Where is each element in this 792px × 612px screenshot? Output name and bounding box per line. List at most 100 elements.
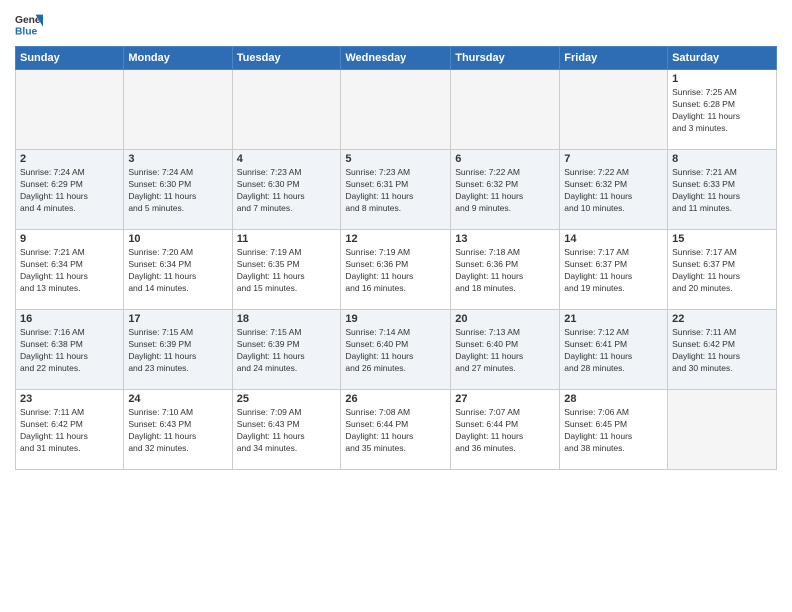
svg-text:Blue: Blue <box>15 26 38 37</box>
day-info: Sunrise: 7:16 AM Sunset: 6:38 PM Dayligh… <box>20 327 119 375</box>
week-row-2: 2 Sunrise: 7:24 AM Sunset: 6:29 PM Daylig… <box>16 150 777 230</box>
day-info: Sunrise: 7:19 AM Sunset: 6:35 PM Dayligh… <box>237 247 337 295</box>
logo-icon: General Blue <box>15 10 43 38</box>
calendar-cell <box>560 70 668 150</box>
calendar-cell: 15 Sunrise: 7:17 AM Sunset: 6:37 PM Dayli… <box>668 230 777 310</box>
day-number: 2 <box>20 153 119 165</box>
calendar-cell: 23Sunrise: 7:11 AM Sunset: 6:42 PM Dayli… <box>16 390 124 470</box>
day-number: 14 <box>564 233 663 245</box>
calendar-table: SundayMondayTuesdayWednesdayThursdayFrid… <box>15 46 777 470</box>
day-info: Sunrise: 7:08 AM Sunset: 6:44 PM Dayligh… <box>345 407 446 455</box>
calendar-cell <box>341 70 451 150</box>
calendar-cell: 20 Sunrise: 7:13 AM Sunset: 6:40 PM Dayli… <box>451 310 560 390</box>
calendar-cell <box>124 70 232 150</box>
calendar-cell: 18 Sunrise: 7:15 AM Sunset: 6:39 PM Dayli… <box>232 310 341 390</box>
calendar-cell <box>16 70 124 150</box>
day-info: Sunrise: 7:25 AM Sunset: 6:28 PM Dayligh… <box>672 87 772 135</box>
calendar-cell: 21 Sunrise: 7:12 AM Sunset: 6:41 PM Dayli… <box>560 310 668 390</box>
logo: General Blue <box>15 10 43 38</box>
calendar-cell: 4 Sunrise: 7:23 AM Sunset: 6:30 PM Daylig… <box>232 150 341 230</box>
day-info: Sunrise: 7:17 AM Sunset: 6:37 PM Dayligh… <box>672 247 772 295</box>
calendar-cell: 28 Sunrise: 7:06 AM Sunset: 6:45 PM Dayli… <box>560 390 668 470</box>
day-number: 26 <box>345 393 446 405</box>
day-info: Sunrise: 7:11 AM Sunset: 6:42 PM Dayligh… <box>672 327 772 375</box>
day-info: Sunrise: 7:17 AM Sunset: 6:37 PM Dayligh… <box>564 247 663 295</box>
weekday-header-friday: Friday <box>560 47 668 70</box>
day-number: 24 <box>128 393 227 405</box>
calendar-cell: 22 Sunrise: 7:11 AM Sunset: 6:42 PM Dayli… <box>668 310 777 390</box>
day-info: Sunrise: 7:15 AM Sunset: 6:39 PM Dayligh… <box>237 327 337 375</box>
calendar-cell: 2 Sunrise: 7:24 AM Sunset: 6:29 PM Daylig… <box>16 150 124 230</box>
calendar-cell: 5 Sunrise: 7:23 AM Sunset: 6:31 PM Daylig… <box>341 150 451 230</box>
day-number: 6 <box>455 153 555 165</box>
calendar-cell: 11 Sunrise: 7:19 AM Sunset: 6:35 PM Dayli… <box>232 230 341 310</box>
calendar-cell: 26 Sunrise: 7:08 AM Sunset: 6:44 PM Dayli… <box>341 390 451 470</box>
day-info: Sunrise: 7:19 AM Sunset: 6:36 PM Dayligh… <box>345 247 446 295</box>
calendar-cell: 1 Sunrise: 7:25 AM Sunset: 6:28 PM Daylig… <box>668 70 777 150</box>
weekday-header-saturday: Saturday <box>668 47 777 70</box>
day-info: Sunrise: 7:24 AM Sunset: 6:29 PM Dayligh… <box>20 167 119 215</box>
day-number: 16 <box>20 313 119 325</box>
day-info: Sunrise: 7:06 AM Sunset: 6:45 PM Dayligh… <box>564 407 663 455</box>
calendar-cell: 25 Sunrise: 7:09 AM Sunset: 6:43 PM Dayli… <box>232 390 341 470</box>
week-row-3: 9 Sunrise: 7:21 AM Sunset: 6:34 PM Daylig… <box>16 230 777 310</box>
day-number: 7 <box>564 153 663 165</box>
day-number: 5 <box>345 153 446 165</box>
calendar-cell: 8 Sunrise: 7:21 AM Sunset: 6:33 PM Daylig… <box>668 150 777 230</box>
day-info: Sunrise: 7:21 AM Sunset: 6:34 PM Dayligh… <box>20 247 119 295</box>
day-number: 22 <box>672 313 772 325</box>
weekday-header-monday: Monday <box>124 47 232 70</box>
weekday-header-row: SundayMondayTuesdayWednesdayThursdayFrid… <box>16 47 777 70</box>
calendar-cell: 24 Sunrise: 7:10 AM Sunset: 6:43 PM Dayli… <box>124 390 232 470</box>
day-number: 17 <box>128 313 227 325</box>
day-number: 20 <box>455 313 555 325</box>
calendar-cell <box>668 390 777 470</box>
day-info: Sunrise: 7:11 AM Sunset: 6:42 PM Dayligh… <box>20 407 119 455</box>
day-number: 11 <box>237 233 337 245</box>
day-number: 9 <box>20 233 119 245</box>
calendar-cell: 12 Sunrise: 7:19 AM Sunset: 6:36 PM Dayli… <box>341 230 451 310</box>
day-info: Sunrise: 7:15 AM Sunset: 6:39 PM Dayligh… <box>128 327 227 375</box>
day-info: Sunrise: 7:23 AM Sunset: 6:30 PM Dayligh… <box>237 167 337 215</box>
day-info: Sunrise: 7:24 AM Sunset: 6:30 PM Dayligh… <box>128 167 227 215</box>
calendar-cell: 9 Sunrise: 7:21 AM Sunset: 6:34 PM Daylig… <box>16 230 124 310</box>
calendar-cell: 27Sunrise: 7:07 AM Sunset: 6:44 PM Dayli… <box>451 390 560 470</box>
weekday-header-sunday: Sunday <box>16 47 124 70</box>
day-info: Sunrise: 7:14 AM Sunset: 6:40 PM Dayligh… <box>345 327 446 375</box>
page-header: General Blue <box>15 10 777 38</box>
weekday-header-wednesday: Wednesday <box>341 47 451 70</box>
weekday-header-tuesday: Tuesday <box>232 47 341 70</box>
day-number: 4 <box>237 153 337 165</box>
week-row-5: 23Sunrise: 7:11 AM Sunset: 6:42 PM Dayli… <box>16 390 777 470</box>
day-number: 19 <box>345 313 446 325</box>
day-number: 21 <box>564 313 663 325</box>
day-info: Sunrise: 7:20 AM Sunset: 6:34 PM Dayligh… <box>128 247 227 295</box>
day-info: Sunrise: 7:10 AM Sunset: 6:43 PM Dayligh… <box>128 407 227 455</box>
day-number: 18 <box>237 313 337 325</box>
calendar-page: General Blue SundayMondayTuesdayWednesda… <box>0 0 792 612</box>
calendar-cell: 16 Sunrise: 7:16 AM Sunset: 6:38 PM Dayli… <box>16 310 124 390</box>
calendar-cell: 7Sunrise: 7:22 AM Sunset: 6:32 PM Daylig… <box>560 150 668 230</box>
weekday-header-thursday: Thursday <box>451 47 560 70</box>
calendar-cell: 13Sunrise: 7:18 AM Sunset: 6:36 PM Dayli… <box>451 230 560 310</box>
calendar-cell: 3 Sunrise: 7:24 AM Sunset: 6:30 PM Daylig… <box>124 150 232 230</box>
day-number: 1 <box>672 73 772 85</box>
day-number: 10 <box>128 233 227 245</box>
day-info: Sunrise: 7:12 AM Sunset: 6:41 PM Dayligh… <box>564 327 663 375</box>
day-number: 15 <box>672 233 772 245</box>
day-number: 12 <box>345 233 446 245</box>
day-info: Sunrise: 7:09 AM Sunset: 6:43 PM Dayligh… <box>237 407 337 455</box>
calendar-cell: 19 Sunrise: 7:14 AM Sunset: 6:40 PM Dayli… <box>341 310 451 390</box>
week-row-1: 1 Sunrise: 7:25 AM Sunset: 6:28 PM Daylig… <box>16 70 777 150</box>
day-info: Sunrise: 7:21 AM Sunset: 6:33 PM Dayligh… <box>672 167 772 215</box>
day-number: 3 <box>128 153 227 165</box>
calendar-cell <box>232 70 341 150</box>
day-info: Sunrise: 7:23 AM Sunset: 6:31 PM Dayligh… <box>345 167 446 215</box>
day-number: 27 <box>455 393 555 405</box>
week-row-4: 16 Sunrise: 7:16 AM Sunset: 6:38 PM Dayli… <box>16 310 777 390</box>
day-number: 28 <box>564 393 663 405</box>
day-number: 13 <box>455 233 555 245</box>
day-number: 8 <box>672 153 772 165</box>
day-number: 25 <box>237 393 337 405</box>
day-info: Sunrise: 7:13 AM Sunset: 6:40 PM Dayligh… <box>455 327 555 375</box>
